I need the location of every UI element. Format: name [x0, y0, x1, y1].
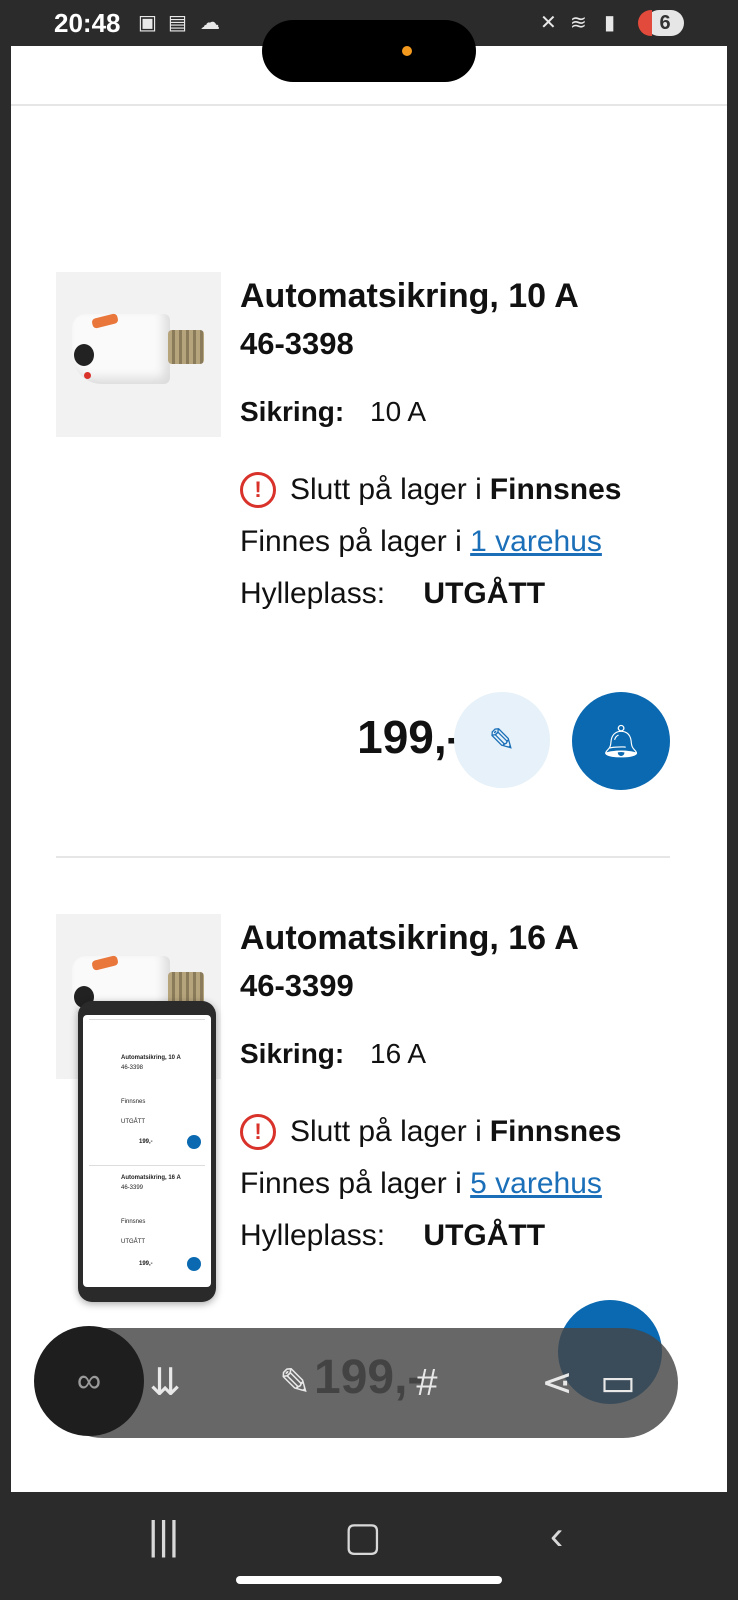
privacy-indicator-dot [402, 46, 412, 56]
screenshot-notification-icon: ▣ [138, 12, 157, 34]
mute-icon: ✕ [540, 12, 557, 34]
camera-cutout [262, 20, 476, 82]
spec-value: 10 A [370, 396, 427, 427]
status-time: 20:48 [54, 8, 121, 38]
shelf-location: Hylleplass: UTGÅTT [240, 1210, 690, 1262]
gallery-notification-icon: ▤ [168, 12, 187, 34]
product-sku: 46-3399 [240, 968, 354, 1003]
shelf-location: Hylleplass: UTGÅTT [240, 568, 690, 620]
product-image[interactable] [56, 272, 221, 437]
stock-status-other: Finnes på lager i 5 varehus [240, 1158, 690, 1210]
shelf-key: Hylleplass: [240, 1219, 386, 1252]
product-title[interactable]: Automatsikring, 16 A [240, 914, 690, 962]
stock-out-store: Finnsnes [489, 473, 622, 506]
thumbnail-text: Finnsnes [121, 1219, 146, 1225]
notify-button[interactable]: 🔔︎ [572, 692, 670, 790]
product-divider [56, 856, 670, 858]
spec-key: Sikring: [240, 396, 345, 427]
thumbnail-text: 199,- [139, 1261, 153, 1267]
shelf-value: UTGÅTT [423, 577, 546, 610]
stock-status-local: ! Slutt på lager i Finnsnes [240, 464, 690, 516]
edit-icon: ✎ [488, 722, 516, 758]
thumbnail-text: Automatsikring, 10 A [121, 1055, 181, 1061]
header-divider [11, 104, 727, 106]
chat-bubble-icon[interactable]: ▭ [578, 1350, 658, 1416]
battery-level: 6 [659, 12, 671, 34]
home-icon[interactable]: ▢ [344, 1514, 382, 1560]
cloud-icon: ☁ [200, 12, 220, 34]
home-indicator[interactable] [236, 1576, 502, 1584]
thumbnail-screen: Automatsikring, 10 A 46-3398 Finnsnes UT… [83, 1015, 211, 1287]
product-spec: Sikring: 10 A [240, 396, 690, 428]
spec-value: 16 A [370, 1038, 427, 1069]
exclamation-circle-icon: ! [240, 1114, 276, 1150]
recent-apps-icon[interactable]: ||| [148, 1514, 179, 1559]
back-icon[interactable]: ‹ [550, 1514, 563, 1559]
thumbnail-text: 46-3399 [121, 1185, 144, 1191]
navigation-bar: ||| ▢ ‹ [0, 1492, 738, 1600]
wifi-icon: ≋ [570, 12, 587, 34]
stock-status-local: ! Slutt på lager i Finnsnes [240, 1106, 690, 1158]
product-info: Automatsikring, 16 A 46-3399 Sikring: 16… [240, 914, 690, 1262]
shelf-value: UTGÅTT [423, 1219, 546, 1252]
product-price: 199,- [357, 711, 462, 763]
stores-link[interactable]: 5 varehus [470, 1167, 602, 1200]
thumbnail-bell [187, 1135, 201, 1149]
spec-key: Sikring: [240, 1038, 345, 1069]
thumbnail-text: UTGÅTT [121, 1239, 145, 1245]
price-row: 199,- ✎ 🔔︎ [56, 692, 696, 790]
bell-icon: 🔔︎ [600, 723, 642, 759]
screenshot-preview-thumbnail[interactable]: Automatsikring, 10 A 46-3398 Finnsnes UT… [78, 1001, 216, 1302]
link-icon[interactable]: ∞ [34, 1326, 144, 1436]
stock-avail-text: Finnes på lager i [240, 1167, 462, 1200]
stock-avail-text: Finnes på lager i [240, 525, 462, 558]
stock-out-text: Slutt på lager i [290, 473, 482, 506]
thumbnail-text: Automatsikring, 16 A [121, 1175, 181, 1181]
thumbnail-text: 199,- [139, 1139, 153, 1145]
thumbnail-text: 46-3398 [121, 1065, 144, 1071]
edit-button[interactable]: ✎ [454, 692, 550, 788]
battery-indicator: 6 [638, 10, 684, 36]
exclamation-circle-icon: ! [240, 472, 276, 508]
product-spec: Sikring: 16 A [240, 1038, 690, 1070]
stores-link[interactable]: 1 varehus [470, 525, 602, 558]
hashtag-icon[interactable]: # [394, 1350, 460, 1416]
thumbnail-chat [187, 1257, 201, 1271]
product-title[interactable]: Automatsikring, 10 A [240, 272, 690, 320]
thumbnail-text: UTGÅTT [121, 1119, 145, 1125]
product-sku: 46-3398 [240, 326, 354, 361]
stock-out-store: Finnsnes [489, 1115, 622, 1148]
stock-out-text: Slutt på lager i [290, 1115, 482, 1148]
screenshot-toolbar: ∞ ⇊ 199,- ✎ # ⋖ ▭ [34, 1326, 678, 1438]
shelf-key: Hylleplass: [240, 577, 386, 610]
signal-icon: ▮ [604, 12, 616, 34]
stock-status-other: Finnes på lager i 1 varehus [240, 516, 690, 568]
product-info: Automatsikring, 10 A 46-3398 Sikring: 10… [240, 272, 690, 620]
thumbnail-text: Finnsnes [121, 1099, 146, 1105]
crop-edit-icon[interactable]: ✎ [262, 1350, 328, 1416]
